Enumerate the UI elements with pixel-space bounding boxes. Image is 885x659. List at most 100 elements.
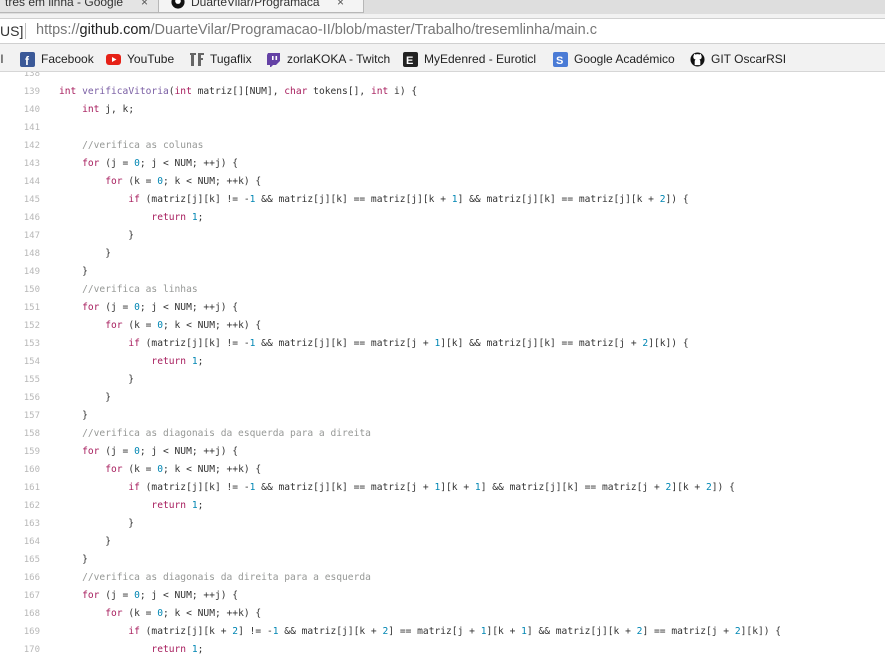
code-line: //verifica as diagonais da esquerda para…	[82, 428, 371, 439]
line-number[interactable]: 167	[0, 591, 40, 601]
line-number[interactable]: 151	[0, 303, 40, 313]
tab-strip: três em linha - Google × DuarteVilar/Pro…	[0, 0, 885, 14]
bookmark-label: MyEdenred - Euroticl	[424, 52, 537, 66]
code-line: }	[59, 392, 111, 403]
bookmark-fragment[interactable]: il	[0, 50, 3, 68]
line-number[interactable]: 168	[0, 609, 40, 619]
code-line: if (matriz[j][k] != -1 && matriz[j][k] =…	[128, 338, 689, 349]
code-line: int j, k;	[82, 104, 135, 115]
tugaflix-icon	[190, 53, 204, 66]
divider	[25, 23, 26, 39]
line-number[interactable]: 146	[0, 213, 40, 223]
line-number[interactable]: 141	[0, 123, 40, 133]
edenred-icon: E	[403, 52, 418, 67]
line-number[interactable]: 143	[0, 159, 40, 169]
tab-label: três em linha - Google	[5, 0, 124, 9]
bookmark-label: Tugaflix	[210, 52, 252, 66]
line-number[interactable]: 155	[0, 375, 40, 385]
github-icon	[171, 0, 185, 9]
bookmark-label: il	[0, 52, 4, 66]
tab-github[interactable]: DuarteVilar/Programaca ×	[158, 0, 364, 13]
code-line: //verifica as colunas	[82, 140, 204, 151]
bookmark-label: YouTube	[127, 52, 175, 66]
line-number[interactable]: 149	[0, 267, 40, 277]
code-line: //verifica as linhas	[82, 284, 198, 295]
line-number[interactable]: 152	[0, 321, 40, 331]
line-number[interactable]: 153	[0, 339, 40, 349]
code-line: for (k = 0; k < NUM; ++k) {	[105, 464, 262, 475]
code-line: for (j = 0; j < NUM; ++j) {	[82, 158, 239, 169]
code-line: }	[59, 536, 111, 547]
line-number[interactable]: 156	[0, 393, 40, 403]
line-number[interactable]: 144	[0, 177, 40, 187]
line-number[interactable]: 142	[0, 141, 40, 151]
line-number[interactable]: 154	[0, 357, 40, 367]
line-number[interactable]: 161	[0, 483, 40, 493]
url-text[interactable]: https://github.com/DuarteVilar/Programac…	[36, 22, 597, 38]
code-line: for (j = 0; j < NUM; ++j) {	[82, 590, 239, 601]
line-number[interactable]: 169	[0, 627, 40, 637]
close-icon[interactable]: ×	[337, 0, 344, 12]
code-line: return 1;	[151, 356, 204, 367]
line-number[interactable]: 166	[0, 573, 40, 583]
line-number[interactable]: 138	[0, 72, 40, 79]
twitch-icon	[267, 53, 280, 67]
tab-google-search[interactable]: três em linha - Google ×	[0, 0, 164, 13]
url-host: github.com	[79, 22, 151, 38]
line-number[interactable]: 139	[0, 87, 40, 97]
bookmark-label: GIT OscarRSI	[711, 52, 787, 66]
code-line: return 1;	[151, 644, 204, 655]
close-icon[interactable]: ×	[141, 0, 148, 12]
svg-text:E: E	[406, 55, 413, 67]
code-view: 138 139 int verificaVitoria(int matriz[][N…	[0, 72, 885, 659]
github-icon	[690, 52, 705, 67]
code-line: }	[59, 374, 135, 385]
code-line: for (k = 0; k < NUM; ++k) {	[105, 176, 262, 187]
bookmarks-bar: il f Facebook YouTube Tugaflix zo	[0, 47, 885, 72]
line-number[interactable]: 162	[0, 501, 40, 511]
bookmark-label: Google Académico	[574, 52, 675, 66]
code-line: for (j = 0; j < NUM; ++j) {	[82, 446, 239, 457]
line-number[interactable]: 148	[0, 249, 40, 259]
url-field[interactable]: US] https://github.com/DuarteVilar/Progr…	[0, 18, 885, 44]
line-number[interactable]: 170	[0, 645, 40, 655]
url-scheme: https://	[36, 22, 80, 38]
code-line: if (matriz[j][k] != -1 && matriz[j][k] =…	[128, 482, 735, 493]
bookmark-label: zorlaKOKA - Twitch	[287, 52, 391, 66]
code-line: for (k = 0; k < NUM; ++k) {	[105, 608, 262, 619]
line-number[interactable]: 164	[0, 537, 40, 547]
youtube-icon	[106, 54, 121, 65]
code-line: if (matriz[j][k] != -1 && matriz[j][k] =…	[128, 194, 689, 205]
line-number[interactable]: 145	[0, 195, 40, 205]
tab-label: DuarteVilar/Programaca	[191, 0, 320, 9]
facebook-icon: f	[20, 52, 35, 67]
bookmark-label: Facebook	[41, 52, 94, 66]
code-line: }	[59, 248, 111, 259]
address-bar: US] https://github.com/DuarteVilar/Progr…	[0, 14, 885, 47]
code-line: }	[59, 230, 135, 241]
code-line: //verifica as diagonais da direita para …	[82, 572, 371, 583]
line-number[interactable]: 158	[0, 429, 40, 439]
line-number[interactable]: 157	[0, 411, 40, 421]
code-line: return 1;	[151, 212, 204, 223]
line-number[interactable]: 160	[0, 465, 40, 475]
line-number[interactable]: 147	[0, 231, 40, 241]
url-path: /DuarteVilar/Programacao-II/blob/master/…	[150, 22, 597, 38]
code-line: int verificaVitoria(int matriz[][NUM], c…	[59, 86, 418, 97]
code-line: for (j = 0; j < NUM; ++j) {	[82, 302, 239, 313]
code-line: }	[59, 410, 88, 421]
line-number[interactable]: 163	[0, 519, 40, 529]
line-number[interactable]: 159	[0, 447, 40, 457]
line-number[interactable]: 165	[0, 555, 40, 565]
security-indicator[interactable]: US]	[0, 23, 23, 39]
code-line: return 1;	[151, 500, 204, 511]
code-line: }	[59, 266, 88, 277]
scholar-icon: S	[553, 52, 568, 67]
line-number[interactable]: 150	[0, 285, 40, 295]
code-line: }	[59, 554, 88, 565]
line-number[interactable]: 140	[0, 105, 40, 115]
code-line: for (k = 0; k < NUM; ++k) {	[105, 320, 262, 331]
code-line: if (matriz[j][k + 2] != -1 && matriz[j][…	[128, 626, 782, 637]
code-line: }	[59, 518, 135, 529]
svg-text:S: S	[556, 55, 563, 67]
